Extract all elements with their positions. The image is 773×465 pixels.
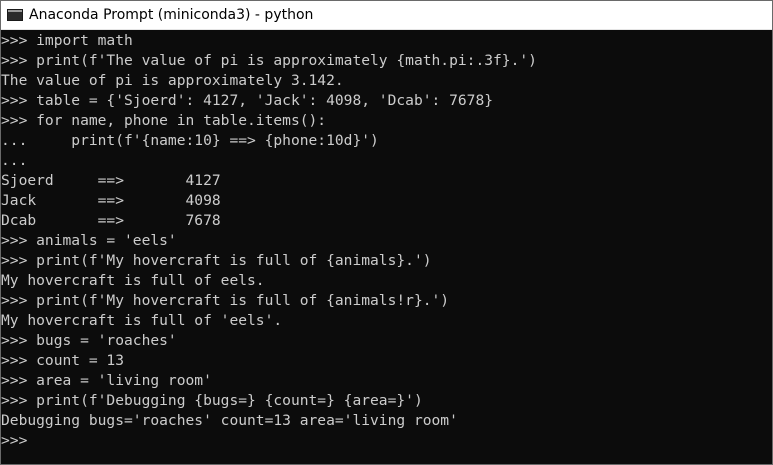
console-line: >>> animals = 'eels' xyxy=(1,232,177,249)
console-output[interactable]: >>> import math >>> print(f'The value of… xyxy=(1,30,772,464)
console-line: >>> bugs = 'roaches' xyxy=(1,332,177,349)
console-line: >>> print(f'My hovercraft is full of {an… xyxy=(1,292,450,309)
console-line: Sjoerd ==> 4127 xyxy=(1,172,221,189)
title-bar[interactable]: Anaconda Prompt (miniconda3) - python xyxy=(1,1,772,30)
console-line: Dcab ==> 7678 xyxy=(1,212,221,229)
console-line: Jack ==> 4098 xyxy=(1,192,221,209)
console-line: My hovercraft is full of eels. xyxy=(1,272,265,289)
console-prompt-line[interactable]: >>> xyxy=(1,431,772,451)
console-app-icon xyxy=(7,9,23,21)
console-line: >>> print(f'My hovercraft is full of {an… xyxy=(1,252,432,269)
console-line: >>> print(f'The value of pi is approxima… xyxy=(1,52,537,69)
console-line: >>> count = 13 xyxy=(1,352,125,369)
console-line: The value of pi is approximately 3.142. xyxy=(1,72,344,89)
window-title: Anaconda Prompt (miniconda3) - python xyxy=(29,6,314,23)
console-line: ... xyxy=(1,152,28,169)
console-line: My hovercraft is full of 'eels'. xyxy=(1,312,283,329)
console-line: >>> table = {'Sjoerd': 4127, 'Jack': 409… xyxy=(1,92,494,109)
console-line: ... print(f'{name:10} ==> {phone:10d}') xyxy=(1,132,379,149)
terminal-window: Anaconda Prompt (miniconda3) - python >>… xyxy=(0,0,773,465)
console-line: >>> print(f'Debugging {bugs=} {count=} {… xyxy=(1,392,423,409)
console-line: Debugging bugs='roaches' count=13 area='… xyxy=(1,412,458,429)
console-line: >>> for name, phone in table.items(): xyxy=(1,112,327,129)
console-line: >>> import math xyxy=(1,32,133,49)
console-line: >>> area = 'living room' xyxy=(1,372,212,389)
